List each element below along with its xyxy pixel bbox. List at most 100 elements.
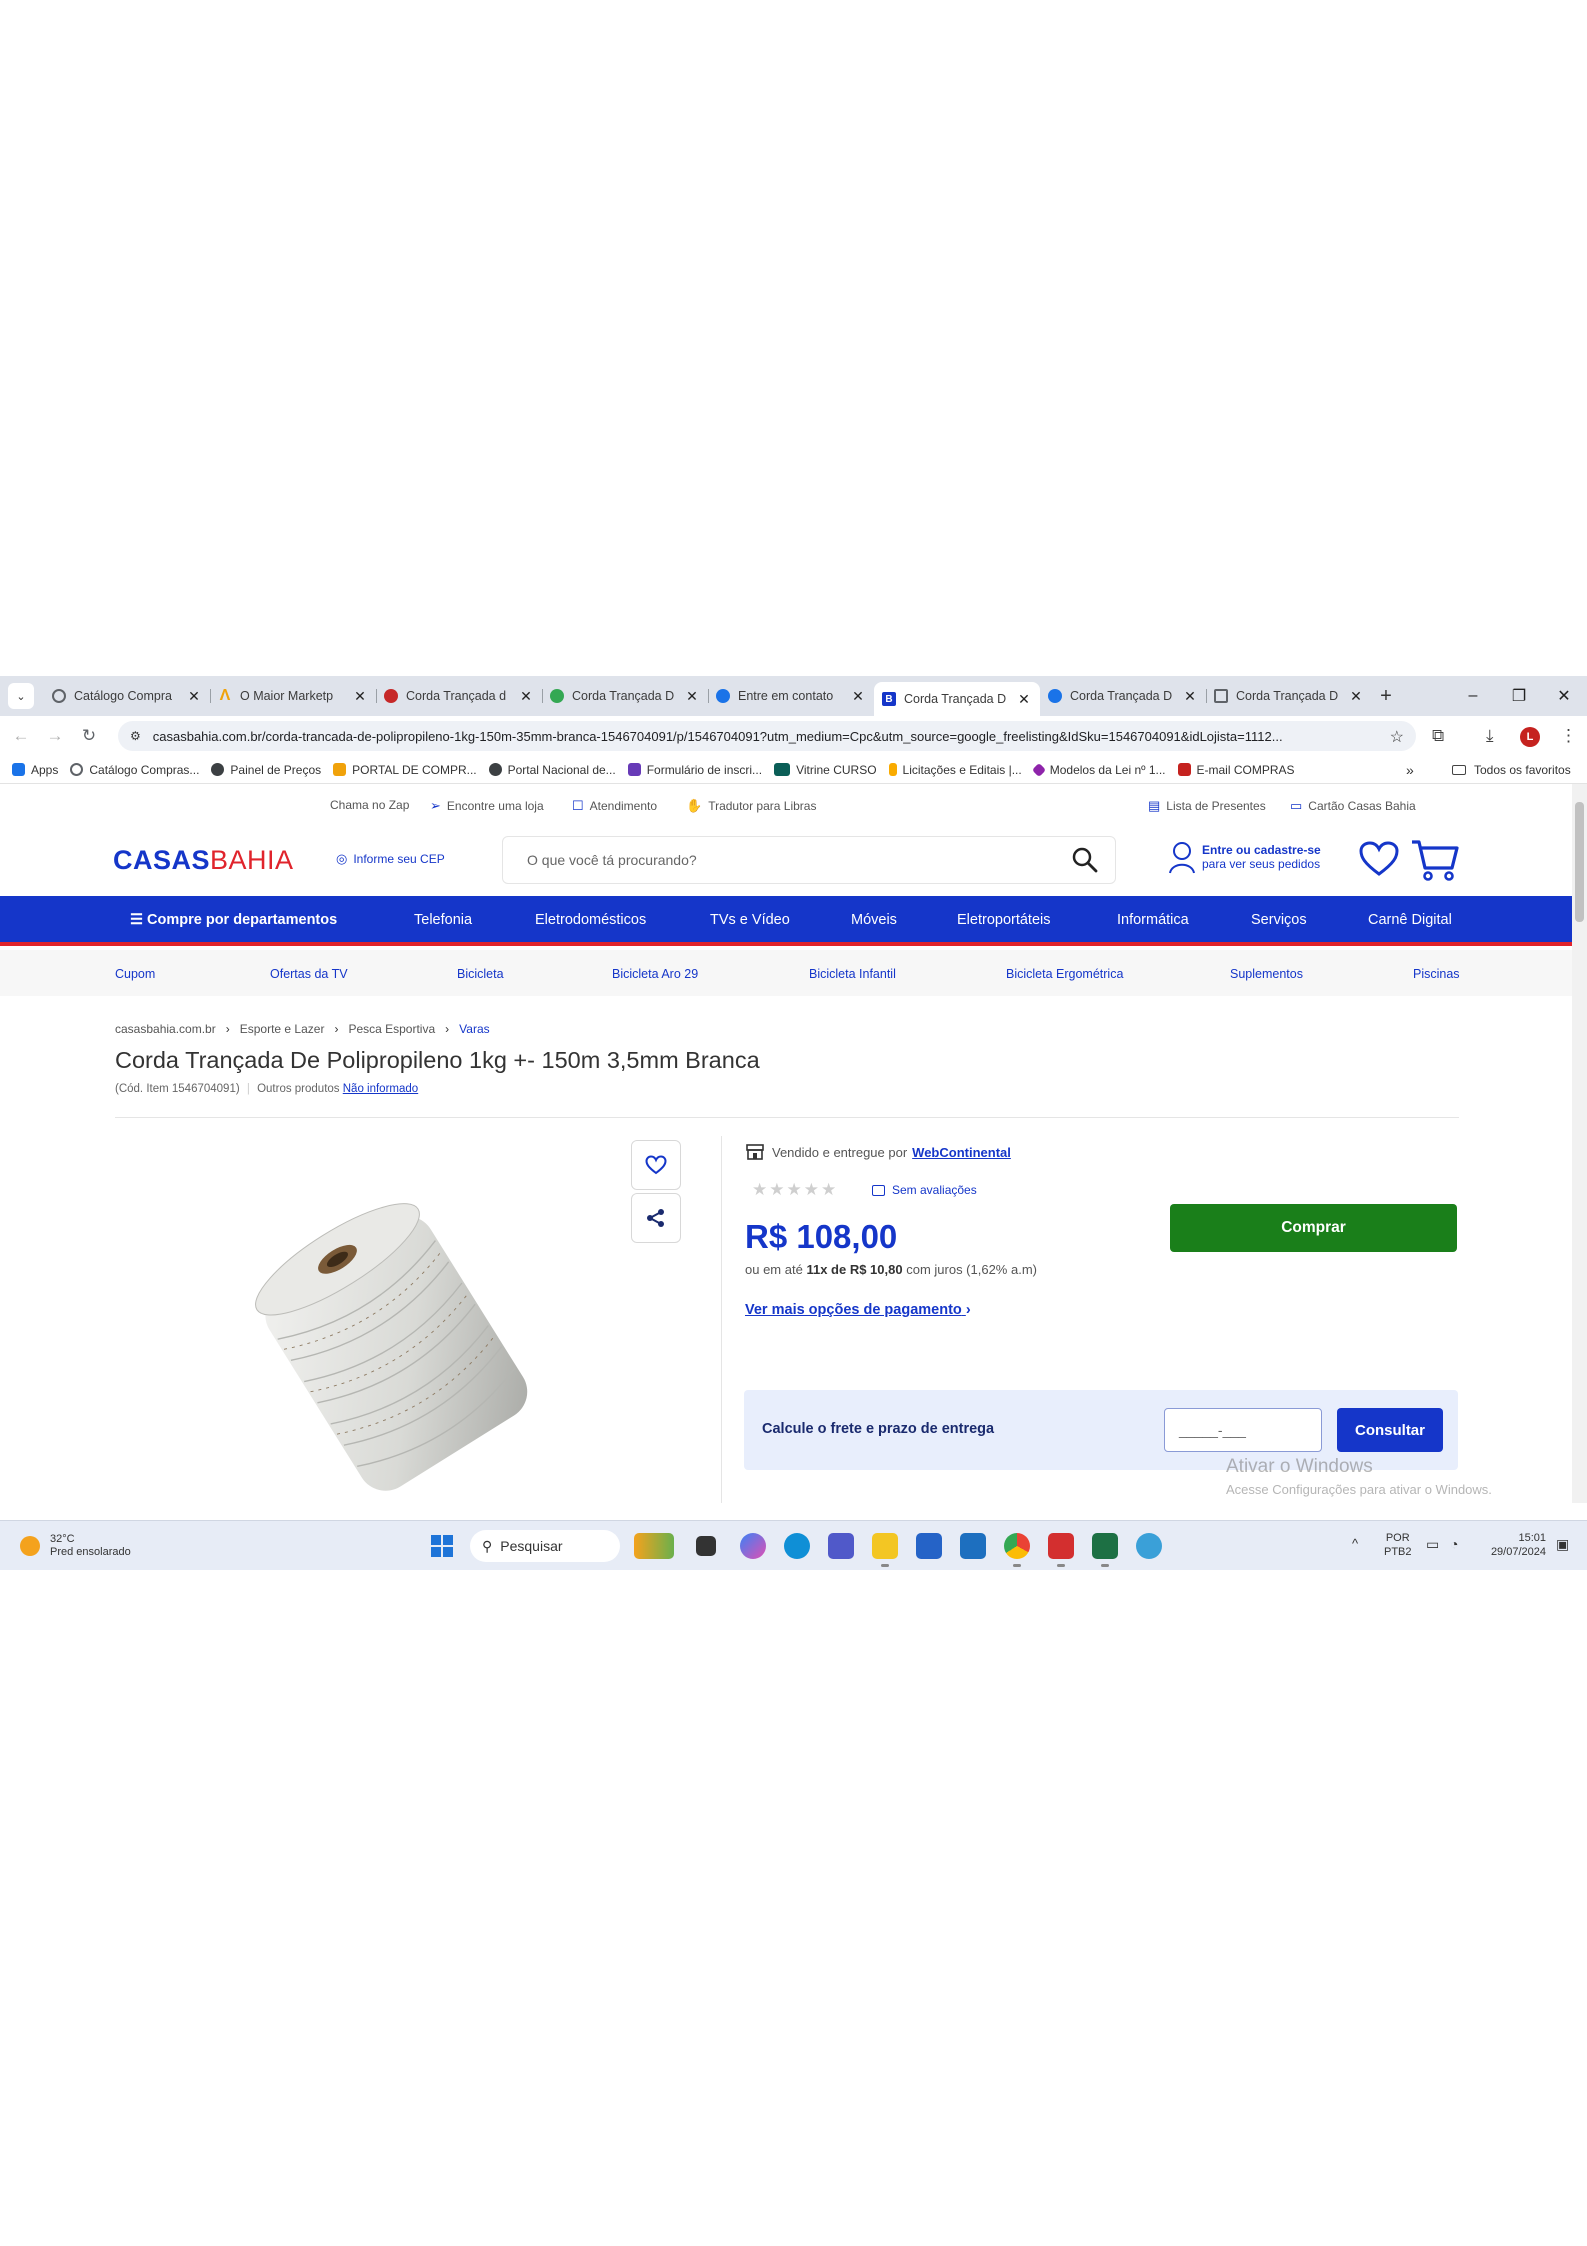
nav-moveis[interactable]: Móveis	[851, 912, 897, 928]
scrollbar-thumb[interactable]	[1575, 802, 1584, 922]
close-icon[interactable]: ✕	[1182, 688, 1198, 705]
nav-carne-digital[interactable]: Carnê Digital	[1368, 912, 1452, 928]
cep-input[interactable]: _____-___	[1164, 1408, 1322, 1452]
favorite-button[interactable]	[631, 1140, 681, 1190]
chevron-up-icon[interactable]: ^	[1352, 1537, 1358, 1551]
nav-telefonia[interactable]: Telefonia	[414, 912, 472, 928]
search-icon[interactable]	[1071, 846, 1099, 874]
close-icon[interactable]: ✕	[850, 688, 866, 705]
share-button[interactable]	[631, 1193, 681, 1243]
excel-icon[interactable]	[1092, 1533, 1118, 1567]
bookmark[interactable]: Portal Nacional de...	[488, 763, 616, 777]
taskbar-search[interactable]: ⚲ Pesquisar	[470, 1530, 620, 1562]
subnav-item[interactable]: Piscinas	[1413, 967, 1460, 981]
util-link-libras[interactable]: ✋ Tradutor para Libras	[686, 798, 816, 814]
store-icon[interactable]	[916, 1533, 942, 1559]
tab[interactable]: Corda Trançada d ✕	[376, 681, 542, 711]
util-link-gift-list[interactable]: ▤ Lista de Presentes	[1148, 798, 1266, 814]
tab[interactable]: Corda Trançada D ✕	[1040, 681, 1206, 711]
profile-avatar[interactable]: L	[1520, 727, 1540, 747]
brand-link[interactable]: Não informado	[343, 1083, 418, 1095]
close-icon[interactable]: ✕	[1016, 691, 1032, 708]
close-window-button[interactable]: ✕	[1541, 676, 1587, 716]
bookmark[interactable]: Catálogo Compras...	[70, 763, 199, 777]
forward-icon[interactable]: →	[38, 726, 72, 746]
app-icon[interactable]	[1136, 1533, 1162, 1559]
subnav-item[interactable]: Bicicleta Infantil	[809, 967, 896, 981]
url-text[interactable]: casasbahia.com.br/corda-trancada-de-poli…	[153, 729, 1383, 744]
bookmark[interactable]: Apps	[12, 763, 58, 777]
site-info-icon[interactable]: ⚙	[130, 729, 141, 743]
close-icon[interactable]: ✕	[684, 688, 700, 705]
wishlist-heart-icon[interactable]	[1358, 840, 1400, 878]
util-link-store[interactable]: ➢ Encontre uma loja	[430, 798, 544, 814]
casas-bahia-logo[interactable]: CASASBAHIA	[113, 845, 294, 876]
bookmarks-more-button[interactable]: »	[1406, 762, 1414, 778]
windows-start-icon[interactable]	[431, 1535, 453, 1557]
minimize-button[interactable]: –	[1450, 676, 1496, 716]
login-link[interactable]: Entre ou cadastre-se para ver seus pedido…	[1168, 840, 1321, 874]
all-bookmarks-button[interactable]: Todos os favoritos	[1452, 763, 1571, 777]
reviews-link[interactable]: Sem avaliações	[872, 1183, 977, 1197]
buy-button[interactable]: Comprar	[1170, 1204, 1457, 1252]
task-view-icon[interactable]	[696, 1536, 716, 1556]
widgets-icon[interactable]	[634, 1533, 674, 1559]
bookmark[interactable]: Painel de Preços	[211, 763, 321, 777]
chrome-icon[interactable]	[1004, 1533, 1030, 1567]
bookmark[interactable]: E-mail COMPRAS	[1177, 763, 1295, 777]
page-scrollbar[interactable]	[1572, 784, 1587, 1503]
new-tab-button[interactable]: +	[1372, 685, 1400, 708]
search-input[interactable]: O que você tá procurando?	[502, 836, 1116, 884]
menu-icon[interactable]: ⋮	[1560, 726, 1577, 746]
tab[interactable]: Catálogo Compra ✕	[44, 681, 210, 711]
nav-informatica[interactable]: Informática	[1117, 912, 1189, 928]
product-image[interactable]	[226, 1180, 556, 1503]
breadcrumb-link[interactable]: Pesca Esportiva	[348, 1022, 435, 1036]
close-icon[interactable]: ✕	[186, 688, 202, 705]
tab-active[interactable]: B Corda Trançada D ✕	[874, 682, 1040, 716]
subnav-item[interactable]: Bicicleta Ergométrica	[1006, 967, 1123, 981]
bookmark[interactable]: Modelos da Lei nº 1...	[1031, 762, 1166, 777]
bookmark[interactable]: Licitações e Editais |...	[888, 763, 1022, 777]
reload-icon[interactable]: ↻	[72, 726, 106, 746]
weather-widget[interactable]: 32°C Pred ensolarado	[20, 1533, 131, 1559]
util-link-card[interactable]: ▭ Cartão Casas Bahia	[1290, 798, 1416, 814]
subnav-item[interactable]: Bicicleta Aro 29	[612, 967, 698, 981]
nav-servicos[interactable]: Serviços	[1251, 912, 1307, 928]
close-icon[interactable]: ✕	[1348, 688, 1364, 705]
breadcrumb-link[interactable]: Esporte e Lazer	[240, 1022, 325, 1036]
close-icon[interactable]: ✕	[518, 688, 534, 705]
address-bar[interactable]: ⚙ casasbahia.com.br/corda-trancada-de-po…	[118, 721, 1416, 751]
extensions-icon[interactable]: ⧉	[1432, 726, 1444, 746]
bookmark[interactable]: Formulário de inscri...	[627, 763, 762, 777]
breadcrumb-current[interactable]: Varas	[459, 1022, 489, 1036]
seller-link[interactable]: WebContinental	[912, 1145, 1011, 1160]
restore-button[interactable]: ❐	[1496, 676, 1542, 716]
util-link-zap[interactable]: Chama no Zap	[330, 798, 409, 812]
file-explorer-icon[interactable]	[872, 1533, 898, 1567]
tab[interactable]: Entre em contato ✕	[708, 681, 874, 711]
bookmark[interactable]: PORTAL DE COMPR...	[333, 763, 477, 777]
edge-icon[interactable]	[784, 1533, 810, 1559]
nav-tvs-video[interactable]: TVs e Vídeo	[710, 912, 790, 928]
nav-eletroportateis[interactable]: Eletroportáteis	[957, 912, 1051, 928]
close-icon[interactable]: ✕	[352, 688, 368, 705]
cart-icon[interactable]	[1410, 838, 1460, 882]
cep-button[interactable]: ◎ Informe seu CEP	[322, 840, 458, 878]
more-payment-link[interactable]: Ver mais opções de pagamento ›	[745, 1302, 971, 1318]
subnav-item[interactable]: Bicicleta	[457, 967, 504, 981]
util-link-support[interactable]: ☐ Atendimento	[572, 798, 657, 814]
tab-search-icon[interactable]: ⌄	[8, 683, 34, 709]
copilot-icon[interactable]	[740, 1533, 766, 1559]
bookmark[interactable]: Vitrine CURSO	[774, 763, 877, 777]
subnav-item[interactable]: Cupom	[115, 967, 155, 981]
tab[interactable]: ΛO Maior Marketp ✕	[210, 681, 376, 711]
volume-icon[interactable]: ◔	[1450, 1537, 1458, 1551]
teams-icon[interactable]	[828, 1533, 854, 1559]
nav-eletrodomesticos[interactable]: Eletrodomésticos	[535, 912, 646, 928]
tab[interactable]: Corda Trançada D ✕	[542, 681, 708, 711]
download-icon[interactable]: ⤓	[1486, 726, 1494, 746]
bookmark-star-icon[interactable]: ☆	[1390, 727, 1404, 747]
consult-button[interactable]: Consultar	[1337, 1408, 1443, 1452]
subnav-item[interactable]: Ofertas da TV	[270, 967, 348, 981]
